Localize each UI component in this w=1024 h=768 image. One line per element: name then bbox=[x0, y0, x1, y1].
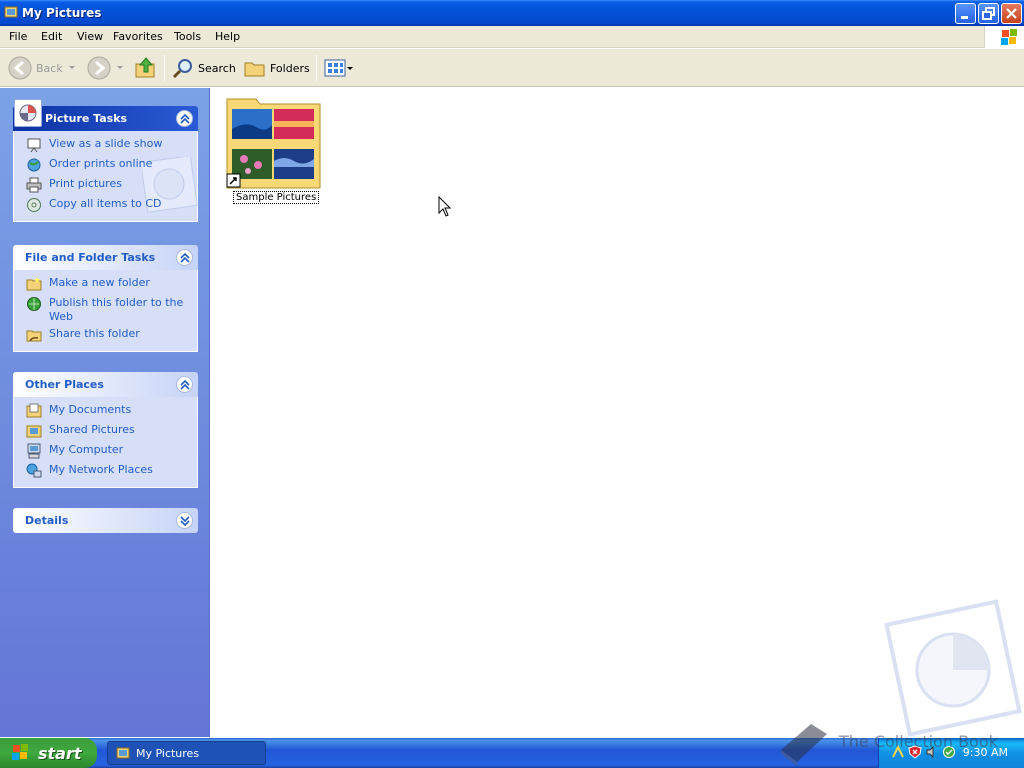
chevron-down-icon bbox=[180, 516, 190, 526]
my-pictures-icon bbox=[4, 6, 18, 18]
windows-flag-icon bbox=[12, 744, 28, 760]
toolbar: Back Search Folders bbox=[0, 49, 1024, 87]
globe-icon bbox=[27, 158, 41, 172]
menu-help[interactable]: Help bbox=[215, 30, 240, 43]
file-list-view[interactable]: Sample Pictures bbox=[211, 88, 1024, 737]
restore-button[interactable] bbox=[978, 3, 999, 24]
task-order-prints[interactable]: Order prints online bbox=[14, 157, 197, 177]
other-places-panel: Other Places My Documents Shared Picture… bbox=[13, 372, 198, 488]
my-pictures-icon bbox=[116, 747, 130, 759]
task-publish-folder[interactable]: Publish this folder to the Web bbox=[14, 296, 197, 327]
panel-title: Details bbox=[25, 514, 69, 527]
back-button[interactable]: Back bbox=[8, 55, 77, 81]
picture-tasks-icon bbox=[14, 99, 42, 127]
panel-title: Picture Tasks bbox=[45, 112, 128, 125]
views-icon bbox=[324, 59, 346, 77]
collapse-button[interactable] bbox=[176, 376, 193, 393]
file-folder-tasks-panel: File and Folder Tasks Make a new folder … bbox=[13, 245, 198, 352]
views-button[interactable] bbox=[324, 55, 354, 81]
task-pane: Picture Tasks View as a slide show Order… bbox=[0, 88, 210, 737]
folders-button[interactable]: Folders bbox=[244, 55, 310, 81]
windows-flag-icon bbox=[1001, 29, 1017, 45]
folder-thumbnail-icon bbox=[226, 98, 321, 189]
start-button[interactable]: start bbox=[0, 738, 97, 768]
place-my-computer[interactable]: My Computer bbox=[14, 443, 197, 463]
menu-tools[interactable]: Tools bbox=[174, 30, 201, 43]
collection-book-watermark: The Collection Book bbox=[775, 720, 1015, 768]
details-header[interactable]: Details bbox=[13, 508, 198, 533]
other-places-body: My Documents Shared Pictures My Computer… bbox=[13, 397, 198, 488]
picture-tasks-body: View as a slide show Order prints online… bbox=[13, 131, 198, 222]
new-folder-icon bbox=[26, 277, 42, 291]
task-view-slideshow[interactable]: View as a slide show bbox=[14, 137, 197, 157]
folder-item[interactable]: Sample Pictures bbox=[226, 95, 321, 215]
share-folder-icon bbox=[26, 330, 42, 342]
windows-logo bbox=[984, 26, 1024, 48]
folders-icon bbox=[244, 62, 265, 77]
network-places-icon bbox=[26, 463, 42, 478]
up-folder-icon bbox=[135, 57, 155, 78]
restore-icon bbox=[982, 7, 995, 20]
collapse-button[interactable] bbox=[176, 110, 193, 127]
search-button[interactable]: Search bbox=[172, 55, 236, 81]
expand-button[interactable] bbox=[176, 512, 193, 529]
taskbar-window-button[interactable]: My Pictures bbox=[107, 741, 266, 765]
cd-icon bbox=[27, 198, 41, 212]
folder-name: Sample Pictures bbox=[233, 191, 320, 204]
place-my-network-places[interactable]: My Network Places bbox=[14, 463, 197, 483]
close-icon bbox=[1006, 8, 1017, 19]
menu-file[interactable]: File bbox=[9, 30, 27, 43]
place-shared-pictures[interactable]: Shared Pictures bbox=[14, 423, 197, 443]
task-copy-to-cd[interactable]: Copy all items to CD bbox=[14, 197, 197, 217]
forward-arrow-icon bbox=[87, 56, 111, 80]
my-documents-icon bbox=[26, 403, 42, 418]
other-places-header[interactable]: Other Places bbox=[13, 372, 198, 397]
search-icon bbox=[172, 59, 192, 79]
picture-tasks-header[interactable]: Picture Tasks bbox=[13, 99, 198, 131]
collapse-button[interactable] bbox=[176, 249, 193, 266]
panel-title: Other Places bbox=[25, 378, 104, 391]
printer-icon bbox=[26, 177, 42, 193]
up-folder-button[interactable] bbox=[134, 55, 158, 81]
task-share-folder[interactable]: Share this folder bbox=[14, 327, 197, 347]
minimize-button[interactable] bbox=[955, 3, 976, 24]
shared-pictures-icon bbox=[26, 425, 42, 438]
chevron-up-icon bbox=[180, 380, 190, 390]
chevron-down-icon bbox=[347, 67, 353, 70]
mouse-cursor-icon bbox=[438, 196, 452, 217]
place-my-documents[interactable]: My Documents bbox=[14, 403, 197, 423]
menu-edit[interactable]: Edit bbox=[41, 30, 62, 43]
window-title: My Pictures bbox=[22, 6, 102, 20]
chevron-up-icon bbox=[180, 253, 190, 263]
my-computer-icon bbox=[27, 443, 41, 459]
minimize-icon bbox=[961, 16, 968, 19]
menu-bar: File Edit View Favorites Tools Help bbox=[0, 26, 1024, 48]
title-bar[interactable]: My Pictures bbox=[0, 0, 1024, 26]
chevron-down-icon bbox=[117, 66, 123, 69]
panel-title: File and Folder Tasks bbox=[25, 251, 156, 264]
picture-tasks-panel: Picture Tasks View as a slide show Order… bbox=[13, 99, 198, 222]
chevron-up-icon bbox=[180, 114, 190, 124]
close-button[interactable] bbox=[1001, 3, 1022, 24]
task-print-pictures[interactable]: Print pictures bbox=[14, 177, 197, 197]
slideshow-icon bbox=[27, 138, 41, 153]
file-folder-tasks-body: Make a new folder Publish this folder to… bbox=[13, 270, 198, 352]
forward-button[interactable] bbox=[87, 55, 123, 81]
file-folder-tasks-header[interactable]: File and Folder Tasks bbox=[13, 245, 198, 270]
menu-view[interactable]: View bbox=[77, 30, 103, 43]
task-make-new-folder[interactable]: Make a new folder bbox=[14, 276, 197, 296]
publish-web-icon bbox=[27, 297, 41, 311]
book-icon bbox=[781, 724, 827, 766]
details-panel: Details bbox=[13, 508, 198, 533]
menu-favorites[interactable]: Favorites bbox=[113, 30, 163, 43]
back-arrow-icon bbox=[8, 56, 32, 80]
my-pictures-watermark-icon bbox=[884, 599, 1022, 737]
chevron-down-icon bbox=[68, 66, 75, 69]
